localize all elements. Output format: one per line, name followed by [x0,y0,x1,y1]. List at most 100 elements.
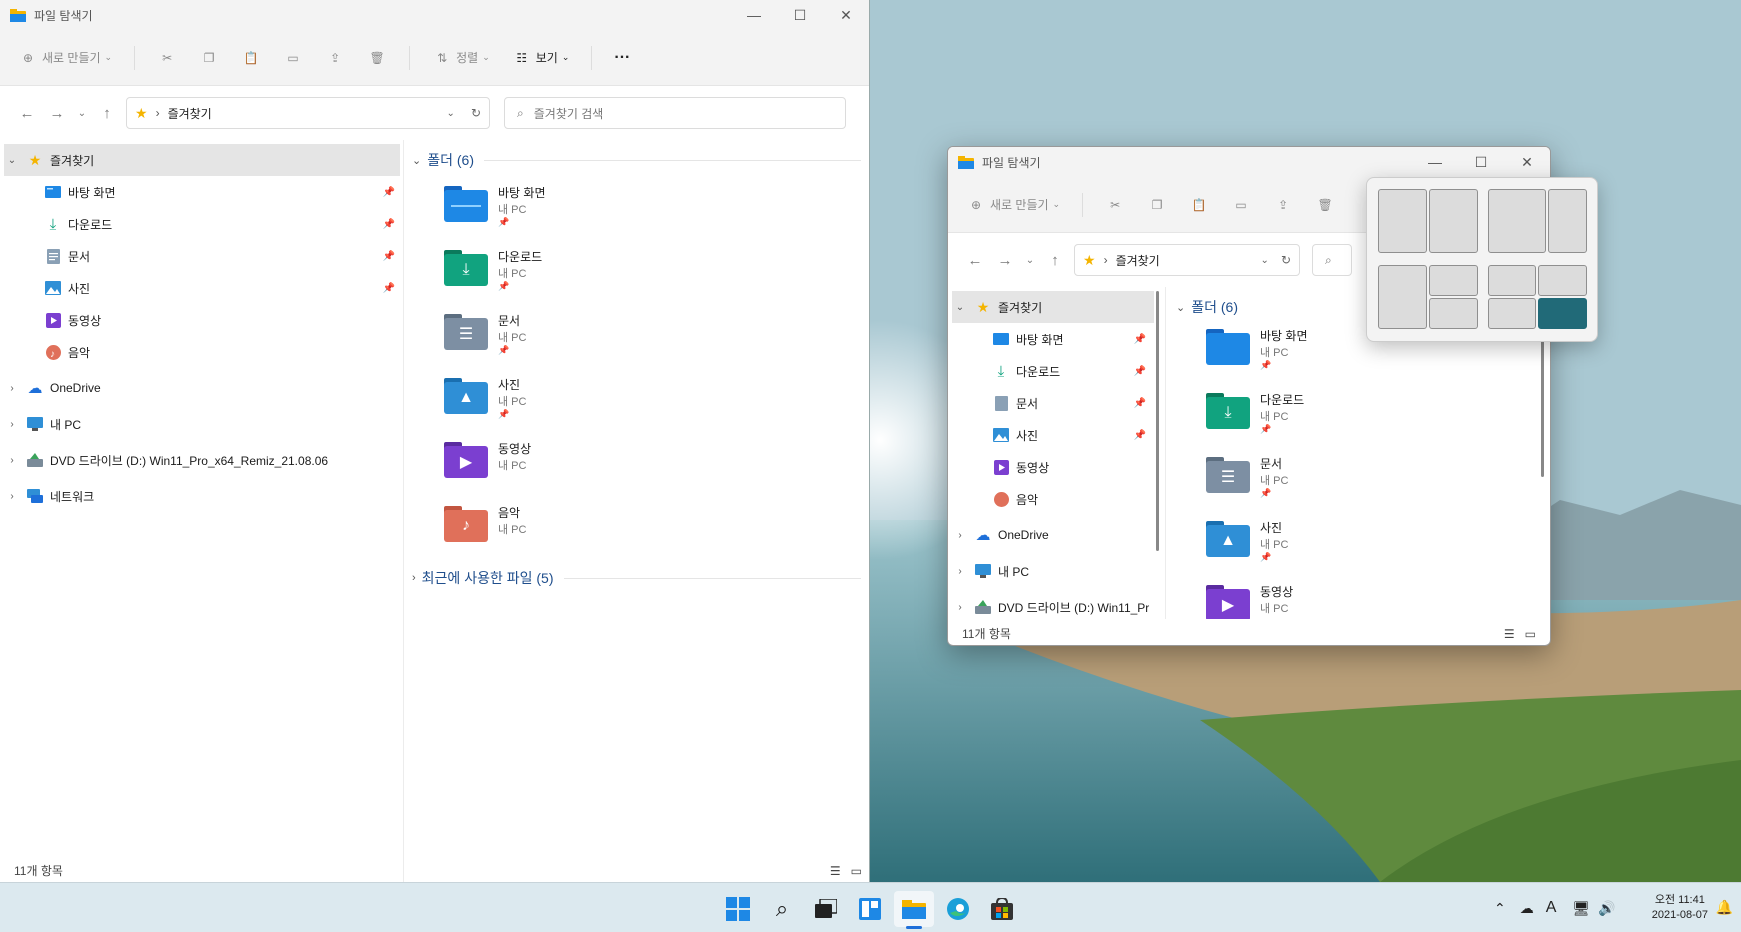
title-bar[interactable]: 파일 탐색기 — ☐ ✕ [0,0,869,30]
file-explorer-taskbar-button[interactable] [894,891,934,929]
refresh-icon[interactable]: ↻ [1281,253,1291,267]
address-bar[interactable]: ★ › 즐겨찾기 ⌄ ↻ [126,97,490,129]
paste-button[interactable]: 📋 [241,48,261,68]
folders-group-header[interactable]: ⌄ 폴더 (6) [412,150,861,170]
file-explorer-window-main[interactable]: 파일 탐색기 — ☐ ✕ ⊕ 새로 만들기 ⌄ ✂ ❐ 📋 ▭ ⇪ 🗑 ⇅ 정렬… [0,0,870,882]
rename-button[interactable]: ▭ [283,48,303,68]
tiles-view-icon[interactable]: ▭ [851,864,862,878]
nav-item-desktop[interactable]: 바탕 화면 📌 [4,176,403,208]
chevron-down-icon[interactable]: ⌄ [1261,255,1269,266]
snap-layout-quad-bottom-right[interactable] [1538,298,1587,329]
folder-tile-desktop[interactable]: 바탕 화면 내 PC 📌 [444,184,861,248]
snap-layout-three-bottom-right[interactable] [1429,298,1478,329]
address-bar[interactable]: ★ › 즐겨찾기 ⌄ ↻ [1074,244,1300,276]
share-button[interactable]: ⇪ [325,48,345,68]
nav-item-videos[interactable]: 동영상 [4,304,403,336]
sort-button[interactable]: ⇅ 정렬 ⌄ [432,48,490,68]
minimize-button[interactable]: — [1412,147,1458,177]
back-arrow-icon[interactable]: ← [12,105,42,122]
snap-layout-quad-top-left[interactable] [1488,265,1536,296]
folder-tile-videos[interactable]: ▶ 동영상 내 PC [1206,583,1542,619]
chevron-right-icon[interactable]: › [952,530,968,541]
refresh-icon[interactable]: ↻ [471,106,481,120]
folder-tile-pictures[interactable]: ▲ 사진 내 PC 📌 [444,376,861,440]
folder-tile-videos[interactable]: ▶ 동영상 내 PC [444,440,861,504]
folder-tile-music[interactable]: ♪ 음악 내 PC [444,504,861,568]
recent-locations-chevron-icon[interactable]: ⌄ [1020,255,1040,266]
delete-button[interactable]: 🗑 [367,48,387,68]
folder-tile-downloads[interactable]: ⤓ 다운로드 내 PC 📌 [444,248,861,312]
nav-scrollbar[interactable] [1156,291,1159,551]
task-view-button[interactable] [806,891,846,927]
snap-layout-half-left[interactable] [1378,189,1427,253]
snap-layout-half-right[interactable] [1429,189,1478,253]
nav-item-videos[interactable]: 동영상 [952,451,1165,483]
search-taskbar-button[interactable]: ⌕ [762,891,802,927]
more-options-button[interactable]: ··· [614,49,630,67]
snap-layout-quad-top-right[interactable] [1538,265,1587,296]
nav-item-documents[interactable]: 문서 📌 [952,387,1154,419]
cut-button[interactable]: ✂ [1105,195,1125,215]
chevron-right-icon[interactable]: › [4,491,20,502]
forward-arrow-icon[interactable]: → [42,105,72,122]
network-monitor-icon[interactable]: 🖥 [1572,900,1590,917]
chevron-down-icon[interactable]: ⌄ [4,155,20,166]
nav-item-onedrive[interactable]: › ☁ OneDrive [952,519,1165,551]
details-view-icon[interactable]: ☰ [830,864,841,878]
chevron-down-icon[interactable]: ⌄ [447,108,455,119]
nav-item-network[interactable]: › 네트워크 [4,480,403,512]
nav-item-dvd-drive[interactable]: › DVD 드라이브 (D:) Win11_Pr [952,591,1165,619]
rename-button[interactable]: ▭ [1231,195,1251,215]
search-box[interactable]: ⌕ 즐겨찾기 검색 [504,97,846,129]
new-button[interactable]: ⊕ 새로 만들기 ⌄ [966,195,1060,215]
up-arrow-icon[interactable]: ↑ [1040,252,1070,269]
paste-button[interactable]: 📋 [1189,195,1209,215]
edge-browser-button[interactable] [938,891,978,927]
maximize-button[interactable]: ☐ [777,0,823,30]
snap-layout-three-top-right[interactable] [1429,265,1478,296]
snap-layout-wide-left[interactable] [1488,189,1546,253]
folder-tile-pictures[interactable]: ▲ 사진 내 PC 📌 [1206,519,1542,583]
view-button[interactable]: ☷ 보기 ⌄ [512,48,569,68]
chevron-right-icon[interactable]: › [4,455,20,466]
widgets-button[interactable] [850,891,890,927]
folder-tile-documents[interactable]: ☰ 문서 내 PC 📌 [444,312,861,376]
nav-item-favorites[interactable]: ⌄ ★ 즐겨찾기 [952,291,1154,323]
chevron-right-icon[interactable]: › [4,383,20,394]
close-button[interactable]: ✕ [1504,147,1550,177]
maximize-button[interactable]: ☐ [1458,147,1504,177]
folder-tile-documents[interactable]: ☰ 문서 내 PC 📌 [1206,455,1542,519]
snap-layout-quad-bottom-left[interactable] [1488,298,1536,329]
delete-button[interactable]: 🗑 [1315,195,1335,215]
nav-item-onedrive[interactable]: › ☁ OneDrive [4,372,403,404]
chevron-right-icon[interactable]: › [952,602,968,613]
search-box[interactable]: ⌕ [1312,244,1352,276]
show-hidden-icons-chevron-icon[interactable]: ⌃ [1494,900,1506,917]
snap-layout-narrow-right[interactable] [1548,189,1587,253]
nav-item-dvd-drive[interactable]: › DVD 드라이브 (D:) Win11_Pro_x64_Remiz_21.0… [4,444,403,476]
nav-item-music[interactable]: 음악 [952,483,1165,515]
nav-item-desktop[interactable]: 바탕 화면 📌 [952,323,1154,355]
chevron-down-icon[interactable]: ⌄ [952,302,968,313]
nav-item-favorites[interactable]: ⌄ ★ 즐겨찾기 [4,144,400,176]
clock[interactable]: 오전 11:41 2021-08-07 [1652,893,1708,923]
content-scrollbar[interactable] [1541,327,1544,477]
recent-files-group-header[interactable]: › 최근에 사용한 파일 (5) [412,568,861,588]
up-arrow-icon[interactable]: ↑ [92,105,122,122]
notification-bell-icon[interactable]: 🔔 [1716,899,1733,916]
nav-item-documents[interactable]: 문서 📌 [4,240,403,272]
volume-speaker-icon[interactable]: 🔊 [1598,900,1615,917]
recent-locations-chevron-icon[interactable]: ⌄ [72,108,92,119]
cut-button[interactable]: ✂ [157,48,177,68]
forward-arrow-icon[interactable]: → [990,252,1020,269]
nav-item-downloads[interactable]: ⤓ 다운로드 📌 [4,208,403,240]
nav-item-pictures[interactable]: 사진 📌 [952,419,1154,451]
onedrive-cloud-icon[interactable]: ☁ [1520,900,1534,917]
chevron-right-icon[interactable]: › [4,419,20,430]
nav-item-this-pc[interactable]: › 내 PC [952,555,1165,587]
back-arrow-icon[interactable]: ← [960,252,990,269]
title-bar[interactable]: 파일 탐색기 — ☐ ✕ [948,147,1550,177]
copy-button[interactable]: ❐ [199,48,219,68]
start-button[interactable] [718,891,758,927]
tiles-view-icon[interactable]: ▭ [1525,627,1536,641]
